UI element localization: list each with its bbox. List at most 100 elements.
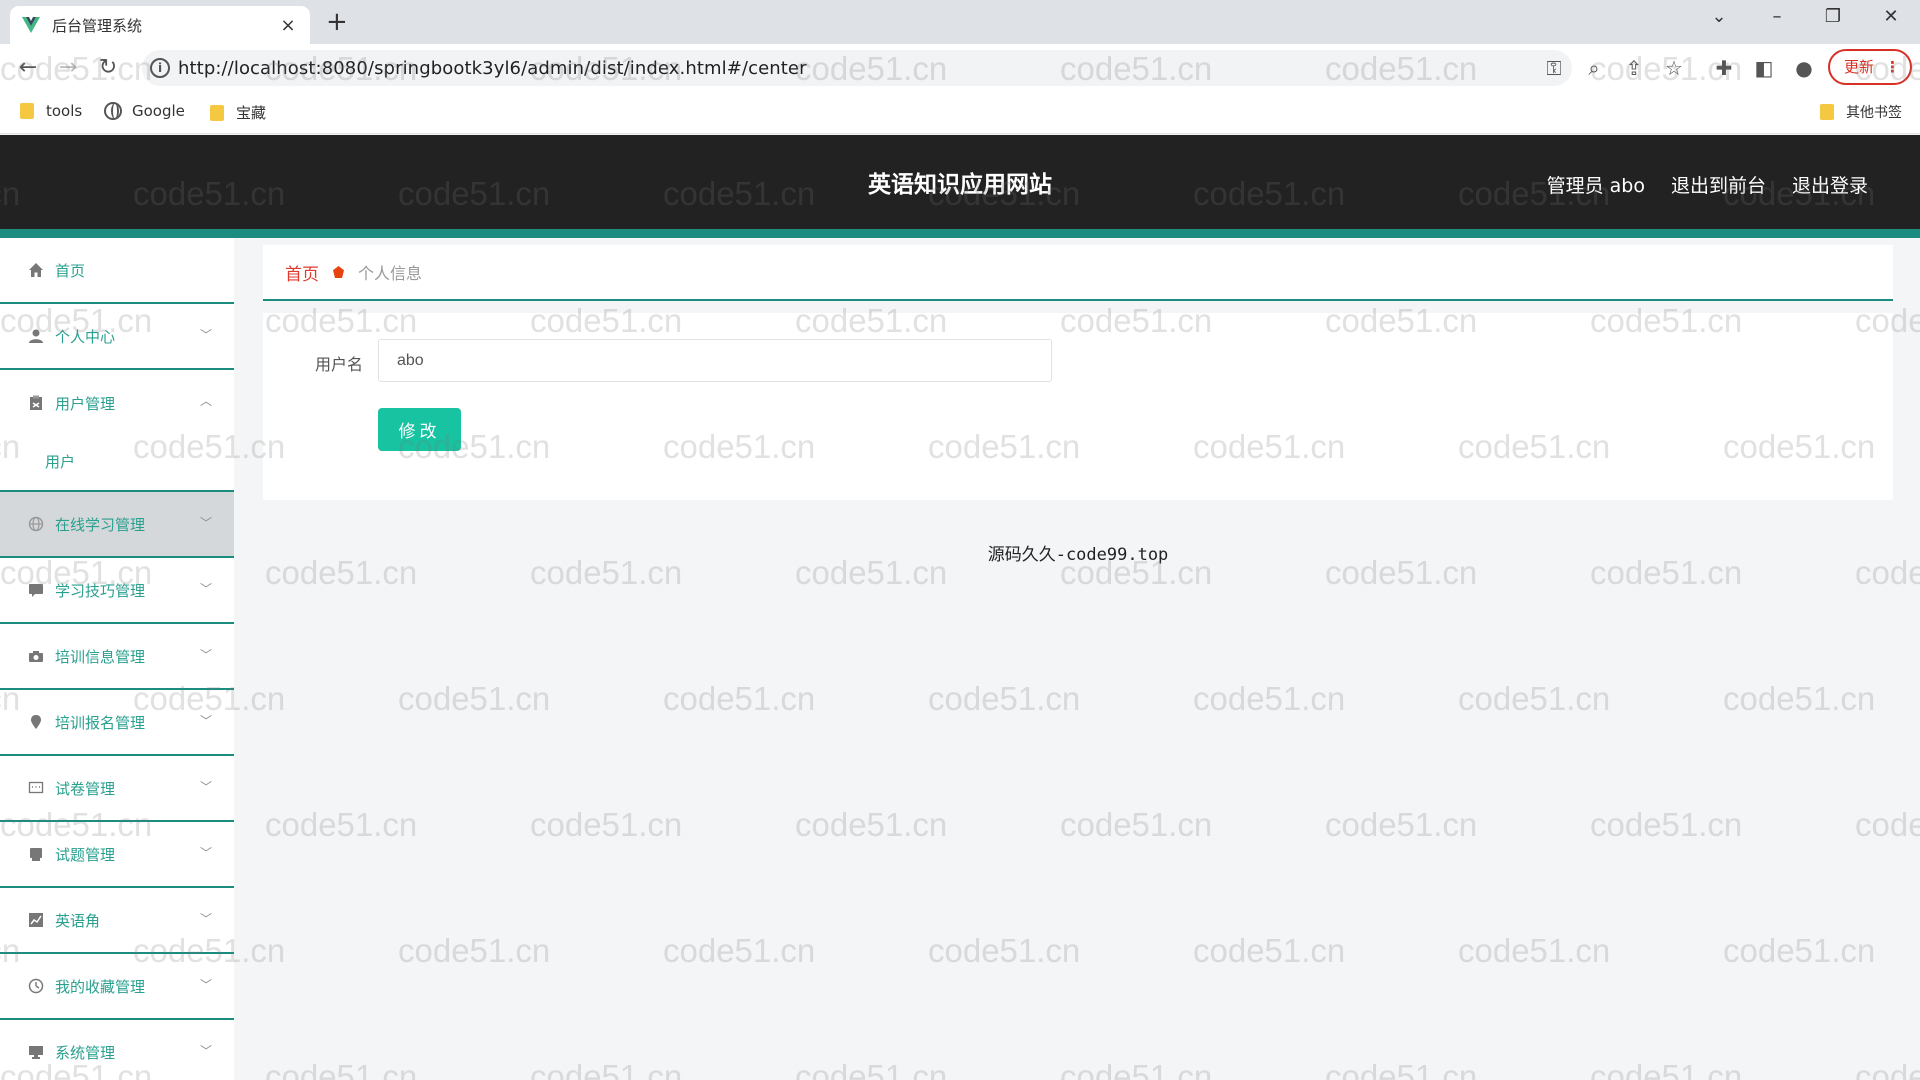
- sidebar-item-training-signup[interactable]: 培训报名管理 ﹀: [0, 690, 234, 756]
- camera-icon: [28, 648, 44, 664]
- watermark-text: code51.cn: [1060, 1058, 1213, 1080]
- other-bookmarks[interactable]: 其他书签: [1820, 102, 1902, 122]
- more-icon: ⋮: [1885, 58, 1900, 76]
- globe-icon: [104, 102, 122, 120]
- sidebar-item-label: 个人中心: [55, 327, 116, 346]
- breadcrumb: 首页 个人信息: [263, 245, 1893, 301]
- restore-icon[interactable]: ❐: [1818, 6, 1848, 27]
- bookmark-tools[interactable]: tools: [20, 102, 82, 120]
- watermark-text: code51.cn: [398, 680, 551, 717]
- breadcrumb-current: 个人信息: [358, 264, 423, 283]
- watermark-text: code51.cn: [1060, 806, 1213, 843]
- header-links: 管理员 abo 退出到前台 退出登录: [1547, 171, 1868, 198]
- sidebar: 首页 个人中心 ﹀ 用户管理 ︿ 用户 在线学习管理 ﹀ 学习技巧管理 ﹀ 培训…: [0, 238, 234, 1080]
- watermark-text: code51.cn: [1458, 932, 1611, 969]
- browser-tab[interactable]: 后台管理系统 ×: [10, 6, 310, 44]
- sidebar-item-label: 在线学习管理: [55, 515, 146, 534]
- bookmark-star-icon[interactable]: ☆: [1662, 56, 1686, 80]
- zoom-icon[interactable]: ⌕: [1582, 56, 1606, 80]
- profile-form: 用户名 abo 修改: [263, 313, 1893, 500]
- user-icon: [28, 328, 44, 344]
- breadcrumb-home-link[interactable]: 首页: [285, 260, 319, 285]
- sidebar-item-online-learning[interactable]: 在线学习管理 ﹀: [0, 492, 234, 558]
- extensions-icon[interactable]: ✚: [1712, 56, 1736, 80]
- printer-icon: [28, 846, 44, 862]
- sidebar-item-home[interactable]: 首页: [0, 238, 234, 304]
- other-bookmarks-label: 其他书签: [1846, 105, 1902, 121]
- update-label: 更新: [1844, 58, 1875, 76]
- monitor-icon: [28, 1044, 44, 1060]
- address-bar[interactable]: i http://localhost:8080/springbootk3yl6/…: [142, 50, 1572, 86]
- share-icon[interactable]: ⇪: [1622, 56, 1646, 80]
- chevron-down-icon: ﹀: [199, 1044, 212, 1058]
- minimize-icon[interactable]: –: [1762, 6, 1792, 27]
- url-text[interactable]: http://localhost:8080/springbootk3yl6/ad…: [178, 58, 807, 79]
- watermark-text: code51.cn: [398, 932, 551, 969]
- sidebar-item-training-info[interactable]: 培训信息管理 ﹀: [0, 624, 234, 690]
- pin-icon: [28, 714, 44, 730]
- footer-text: 源码久久-code99.top: [987, 545, 1169, 565]
- sidebar-item-user-management[interactable]: 用户管理 ︿: [0, 370, 234, 436]
- breadcrumb-separator-icon: [333, 266, 344, 278]
- sidebar-item-label: 我的收藏管理: [55, 977, 146, 996]
- sidebar-item-personal-center[interactable]: 个人中心 ﹀: [0, 304, 234, 370]
- watermark-text: code51.cn: [795, 806, 948, 843]
- browser-toolbar: ← → ↻ i http://localhost:8080/springboot…: [0, 44, 1920, 92]
- sidebar-item-study-tips[interactable]: 学习技巧管理 ﹀: [0, 558, 234, 624]
- window-close-icon[interactable]: ✕: [1876, 6, 1906, 27]
- username-input[interactable]: abo: [378, 339, 1052, 382]
- username-label: 用户名: [315, 355, 364, 374]
- side-panel-icon[interactable]: ◧: [1752, 56, 1776, 80]
- key-icon[interactable]: ⚿: [1542, 56, 1566, 80]
- chevron-down-icon: ﹀: [199, 516, 212, 530]
- new-tab-button[interactable]: +: [326, 8, 348, 36]
- sidebar-subitem-users[interactable]: 用户: [0, 432, 234, 492]
- sidebar-item-label: 英语角: [55, 911, 101, 930]
- sidebar-item-system[interactable]: 系统管理 ﹀: [0, 1020, 234, 1080]
- admin-label: 管理员 abo: [1546, 175, 1645, 197]
- app-header: 英语知识应用网站 管理员 abo 退出到前台 退出登录: [0, 135, 1920, 229]
- bookmark-treasure[interactable]: 宝藏: [210, 102, 266, 123]
- bookmark-google[interactable]: Google: [104, 102, 185, 120]
- sidebar-item-english-corner[interactable]: 英语角 ﹀: [0, 888, 234, 954]
- logout-link[interactable]: 退出登录: [1792, 171, 1868, 198]
- forward-icon[interactable]: →: [54, 54, 82, 82]
- watermark-text: code51.cn: [265, 806, 418, 843]
- sidebar-item-questions[interactable]: 试题管理 ﹀: [0, 822, 234, 888]
- watermark-text: code51.cn: [530, 1058, 683, 1080]
- chevron-up-icon: ︿: [199, 394, 212, 408]
- to-frontend-link[interactable]: 退出到前台: [1671, 171, 1766, 198]
- update-button[interactable]: 更新 ⋮: [1828, 49, 1912, 85]
- sidebar-item-favorites[interactable]: 我的收藏管理 ﹀: [0, 954, 234, 1020]
- profile-icon[interactable]: ●: [1792, 56, 1816, 80]
- compass-icon: [28, 978, 44, 994]
- tab-close-icon[interactable]: ×: [278, 15, 298, 36]
- site-info-icon[interactable]: i: [150, 58, 170, 78]
- reload-icon[interactable]: ↻: [94, 54, 122, 82]
- modify-button[interactable]: 修改: [378, 408, 461, 451]
- chevron-down-icon: ﹀: [199, 648, 212, 662]
- back-icon[interactable]: ←: [14, 54, 42, 82]
- message-icon: [28, 780, 44, 796]
- tab-search-icon[interactable]: ⌄: [1704, 6, 1734, 27]
- watermark-text: code51.cn: [265, 1058, 418, 1080]
- sidebar-item-label: 学习技巧管理: [55, 581, 146, 600]
- watermark-text: code51.cn: [1458, 680, 1611, 717]
- vue-logo-icon: [22, 16, 40, 34]
- watermark-text: code51.cn: [1723, 680, 1876, 717]
- watermark-text: code51.cn: [1193, 680, 1346, 717]
- bookmark-label: tools: [46, 102, 83, 120]
- chevron-down-icon: ﹀: [199, 328, 212, 342]
- bookmarks-bar: tools Google 宝藏 其他书签: [0, 92, 1920, 134]
- sidebar-item-label: 用户管理: [55, 394, 116, 413]
- watermark-text: code51.cn: [928, 932, 1081, 969]
- chevron-down-icon: ﹀: [199, 582, 212, 596]
- watermark-text: code51.cn: [1325, 806, 1478, 843]
- bookmark-label: Google: [132, 102, 185, 120]
- chat-icon: [28, 582, 44, 598]
- chevron-down-icon: ﹀: [199, 846, 212, 860]
- watermark-text: code51.cn: [530, 806, 683, 843]
- watermark-text: code51.cn: [1855, 1058, 1920, 1080]
- folder-icon: [210, 104, 224, 121]
- sidebar-item-papers[interactable]: 试卷管理 ﹀: [0, 756, 234, 822]
